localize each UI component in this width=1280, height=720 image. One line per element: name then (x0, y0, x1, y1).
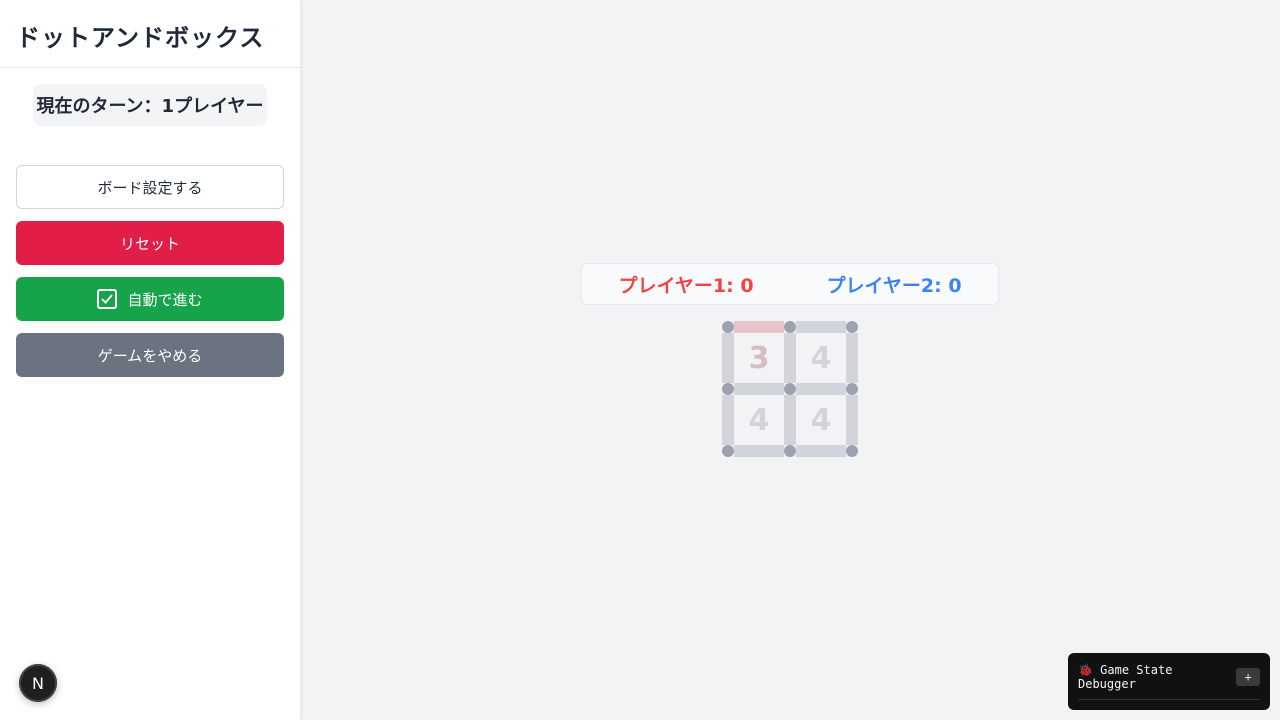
edge-vertical[interactable] (784, 333, 796, 383)
player2-score: プレイヤー2: 0 (826, 274, 962, 297)
nextjs-devtools-icon[interactable]: N (19, 664, 57, 702)
box-cell: 3 (748, 340, 770, 376)
quit-game-button[interactable]: ゲームをやめる (16, 333, 284, 377)
edge-horizontal[interactable] (734, 445, 784, 457)
debugger-expand-button[interactable]: + (1236, 668, 1260, 686)
grid-dot (784, 321, 796, 333)
edge-horizontal[interactable] (796, 445, 846, 457)
grid-dot (784, 445, 796, 457)
app-title: ドットアンドボックス (16, 24, 265, 52)
edge-horizontal[interactable] (734, 321, 784, 333)
box-cell: 4 (810, 340, 832, 376)
box-cell: 4 (748, 402, 770, 438)
board-settings-button[interactable]: ボード設定する (16, 165, 284, 209)
grid-dot (784, 383, 796, 395)
sidebar: ドットアンドボックス 現在のターン：1プレイヤー ボード設定する リセット 自動… (0, 0, 301, 720)
player1-score: プレイヤー1: 0 (618, 274, 754, 297)
grid-dot (846, 321, 858, 333)
box-cell: 4 (810, 402, 832, 438)
edge-horizontal[interactable] (796, 383, 846, 395)
scoreboard: プレイヤー1: 0 プレイヤー2: 0 (581, 263, 999, 305)
edge-vertical[interactable] (722, 395, 734, 445)
divider (1078, 699, 1260, 700)
edge-horizontal[interactable] (796, 321, 846, 333)
grid-dot (722, 321, 734, 333)
auto-advance-toggle[interactable]: 自動で進む (16, 277, 284, 321)
edge-vertical[interactable] (722, 333, 734, 383)
edge-horizontal[interactable] (734, 383, 784, 395)
checkbox-checked-icon (97, 289, 118, 309)
grid-dot (722, 383, 734, 395)
grid-dot (846, 445, 858, 457)
reset-button[interactable]: リセット (16, 221, 284, 265)
edge-vertical[interactable] (846, 395, 858, 445)
edge-vertical[interactable] (846, 333, 858, 383)
debugger-title: 🐞 Game State Debugger (1078, 663, 1173, 691)
sidebar-header: ドットアンドボックス (0, 0, 300, 68)
grid-dot (722, 445, 734, 457)
grid-dot (846, 383, 858, 395)
edge-vertical[interactable] (784, 395, 796, 445)
game-board: 3 4 4 4 (722, 321, 858, 457)
game-state-debugger: 🐞 Game State Debugger + (1068, 653, 1270, 710)
turn-indicator: 現在のターン：1プレイヤー (33, 84, 267, 126)
auto-advance-label: 自動で進む (127, 290, 203, 309)
